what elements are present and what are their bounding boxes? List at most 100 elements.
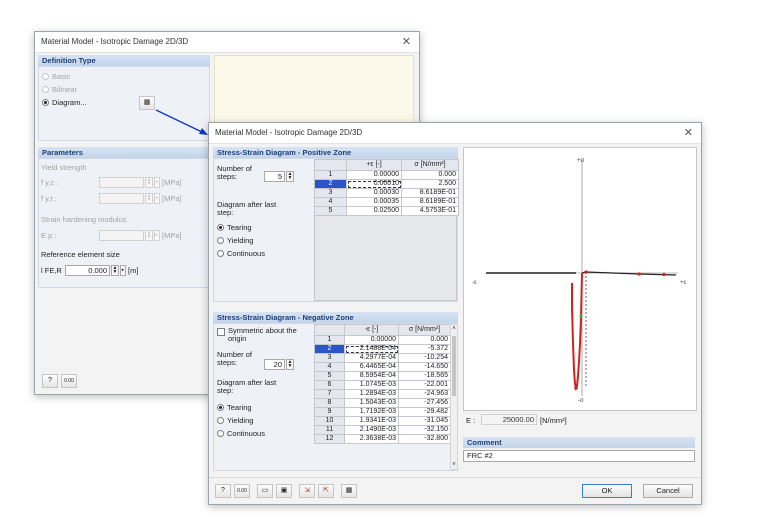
stress-cell[interactable]: 4.5753E-01 bbox=[401, 206, 459, 216]
stress-cell[interactable]: -32.150 bbox=[398, 425, 451, 435]
strain-cell[interactable]: 4.2977E-04 bbox=[344, 353, 399, 363]
radio-bilinear[interactable] bbox=[42, 86, 49, 93]
table-row[interactable]: 3 0.00030 8.6189E-01 bbox=[314, 188, 459, 198]
ok-button[interactable]: OK bbox=[582, 484, 632, 498]
lfe-spinner[interactable]: ▲ ▼ bbox=[111, 265, 119, 276]
strain-cell[interactable]: 1.7192E-03 bbox=[344, 407, 399, 417]
negative-table-scrollbar[interactable]: ˄ ˅ bbox=[450, 324, 458, 470]
strain-cell[interactable]: 0.00000 bbox=[346, 170, 402, 180]
cancel-button[interactable]: Cancel bbox=[643, 484, 693, 498]
ep-input[interactable] bbox=[99, 230, 144, 241]
stress-cell[interactable]: 0.000 bbox=[398, 335, 451, 345]
table-row[interactable]: 1 0.00000 0.000 bbox=[314, 170, 459, 180]
positive-table[interactable]: +ε [-] σ [N/mm²] 1 0.00000 0.000 2 0.00010 2… bbox=[314, 159, 459, 216]
table-row[interactable]: 2 2.1488E-04 -5.372 bbox=[314, 344, 451, 354]
comment-input[interactable]: FRC #2 bbox=[463, 450, 695, 462]
stress-cell[interactable]: 2.500 bbox=[401, 179, 459, 189]
negative-radio-continuous[interactable] bbox=[217, 430, 224, 437]
strain-cell[interactable]: 1.9341E-03 bbox=[344, 416, 399, 426]
table-row[interactable]: 4 6.4465E-04 -14.650 bbox=[314, 362, 451, 372]
table-row[interactable]: 10 1.9341E-03 -31.045 bbox=[314, 416, 451, 426]
strain-cell[interactable]: 8.5954E-04 bbox=[344, 371, 399, 381]
close-icon[interactable]: ✕ bbox=[684, 126, 693, 139]
help-icon[interactable]: ? bbox=[42, 374, 58, 388]
table-row[interactable]: 5 8.5954E-04 -18.565 bbox=[314, 371, 451, 381]
negative-radio-tearing[interactable] bbox=[217, 404, 224, 411]
positive-steps-input[interactable]: 5 bbox=[264, 171, 285, 182]
fyc-arrow[interactable]: ▸ bbox=[154, 177, 160, 188]
stress-cell[interactable]: -27.456 bbox=[398, 398, 451, 408]
strain-cell[interactable]: 6.4465E-04 bbox=[344, 362, 399, 372]
radio-basic[interactable] bbox=[42, 73, 49, 80]
strain-cell[interactable]: 0.00010 bbox=[346, 179, 402, 189]
stress-cell[interactable]: 8.6189E-01 bbox=[401, 188, 459, 198]
negative-steps-spinner[interactable]: ▲ ▼ bbox=[286, 359, 294, 370]
units-icon[interactable]: 0.00 bbox=[61, 374, 77, 388]
positive-radio-yielding[interactable] bbox=[217, 237, 224, 244]
stress-cell[interactable]: -24.963 bbox=[398, 389, 451, 399]
table-edit-icon[interactable]: ▦ bbox=[139, 96, 155, 110]
fyc-spinner[interactable]: ▲ ▼ bbox=[145, 177, 153, 188]
fyt-spinner[interactable]: ▲ ▼ bbox=[145, 193, 153, 204]
negative-steps-input[interactable]: 20 bbox=[264, 359, 285, 370]
stress-cell[interactable]: -32.800 bbox=[398, 434, 451, 444]
strain-cell[interactable]: 1.2894E-03 bbox=[344, 389, 399, 399]
stress-cell[interactable]: -5.372 bbox=[398, 344, 451, 354]
table-row[interactable]: 5 0.02500 4.5753E-01 bbox=[314, 206, 459, 216]
table-row[interactable]: 12 2.3638E-03 -32.800 bbox=[314, 434, 451, 444]
table-icon[interactable]: ▦ bbox=[341, 484, 357, 498]
save-icon[interactable]: ▣ bbox=[276, 484, 292, 498]
strain-cell[interactable]: 2.1490E-03 bbox=[344, 425, 399, 435]
table-row[interactable]: 7 1.2894E-03 -24.963 bbox=[314, 389, 451, 399]
stress-cell[interactable]: -10.254 bbox=[398, 353, 451, 363]
negative-table[interactable]: -ε [-] σ [N/mm²] 1 0.00000 0.000 2 2.1488E-… bbox=[314, 324, 451, 444]
fyc-input[interactable] bbox=[99, 177, 144, 188]
fyt-input[interactable] bbox=[99, 193, 144, 204]
strain-cell[interactable]: 1.0745E-03 bbox=[344, 380, 399, 390]
units-icon[interactable]: 0.00 bbox=[234, 484, 250, 498]
scroll-up-icon[interactable]: ˄ bbox=[451, 326, 457, 332]
lfe-arrow[interactable]: ▸ bbox=[120, 265, 126, 276]
strain-cell[interactable]: 0.00030 bbox=[346, 188, 402, 198]
table-row[interactable]: 8 1.5043E-03 -27.456 bbox=[314, 398, 451, 408]
symmetric-checkbox[interactable] bbox=[217, 328, 225, 336]
row-number: 1 bbox=[314, 335, 345, 345]
scrollbar-thumb[interactable] bbox=[452, 336, 456, 396]
strain-cell[interactable]: 2.3638E-03 bbox=[344, 434, 399, 444]
stress-cell[interactable]: -29.482 bbox=[398, 407, 451, 417]
close-icon[interactable]: ✕ bbox=[402, 35, 411, 48]
import-icon[interactable]: ⇲ bbox=[299, 484, 315, 498]
fyt-arrow[interactable]: ▸ bbox=[154, 193, 160, 204]
table-row[interactable]: 9 1.7192E-03 -29.482 bbox=[314, 407, 451, 417]
positive-radio-tearing[interactable] bbox=[217, 224, 224, 231]
strain-cell[interactable]: 1.5043E-03 bbox=[344, 398, 399, 408]
table-row[interactable]: 3 4.2977E-04 -10.254 bbox=[314, 353, 451, 363]
table-row[interactable]: 6 1.0745E-03 -22.001 bbox=[314, 380, 451, 390]
negative-radio-yielding[interactable] bbox=[217, 417, 224, 424]
strain-cell[interactable]: 0.02500 bbox=[346, 206, 402, 216]
strain-cell[interactable]: 2.1488E-04 bbox=[344, 344, 399, 354]
export-icon[interactable]: ⇱ bbox=[318, 484, 334, 498]
stress-cell[interactable]: -18.565 bbox=[398, 371, 451, 381]
help-icon[interactable]: ? bbox=[215, 484, 231, 498]
strain-cell[interactable]: 0.00035 bbox=[346, 197, 402, 207]
strain-cell[interactable]: 0.00000 bbox=[344, 335, 399, 345]
radio-diagram[interactable] bbox=[42, 99, 49, 106]
stress-cell[interactable]: 0.000 bbox=[401, 170, 459, 180]
table-row[interactable]: 4 0.00035 8.6189E-01 bbox=[314, 197, 459, 207]
ep-arrow[interactable]: ▸ bbox=[154, 230, 160, 241]
ep-spinner[interactable]: ▲ ▼ bbox=[145, 230, 153, 241]
positive-radio-continuous[interactable] bbox=[217, 250, 224, 257]
stress-cell[interactable]: 8.6189E-01 bbox=[401, 197, 459, 207]
positive-steps-spinner[interactable]: ▲ ▼ bbox=[286, 171, 294, 182]
scroll-down-icon[interactable]: ˅ bbox=[451, 462, 457, 468]
open-icon[interactable]: ▭ bbox=[257, 484, 273, 498]
table-row[interactable]: 11 2.1490E-03 -32.150 bbox=[314, 425, 451, 435]
table-row[interactable]: 2 0.00010 2.500 bbox=[314, 179, 459, 189]
table-row[interactable]: 1 0.00000 0.000 bbox=[314, 335, 451, 345]
stress-cell[interactable]: -14.650 bbox=[398, 362, 451, 372]
lfe-input[interactable]: 0.000 bbox=[65, 265, 110, 276]
stress-cell[interactable]: -22.001 bbox=[398, 380, 451, 390]
e-modulus-input[interactable]: 25000.00 bbox=[481, 414, 537, 425]
stress-cell[interactable]: -31.045 bbox=[398, 416, 451, 426]
